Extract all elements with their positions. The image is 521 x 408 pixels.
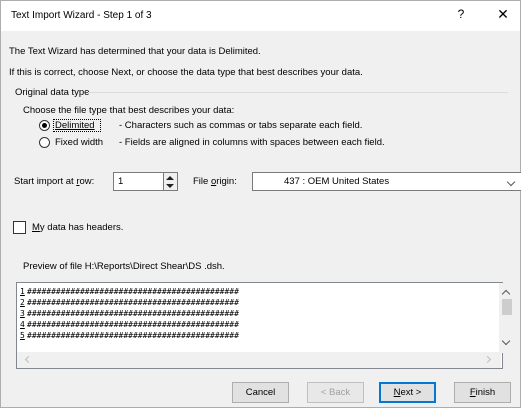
delimited-description: - Characters such as commas or tabs sepa… bbox=[119, 120, 363, 131]
fixed-width-radio[interactable] bbox=[39, 137, 50, 148]
scroll-up-icon[interactable] bbox=[501, 289, 511, 299]
start-row-input[interactable]: 1 bbox=[113, 172, 164, 191]
preview-row-number: 2 bbox=[20, 298, 25, 307]
delimited-label-text: Delimited bbox=[55, 120, 95, 131]
chevron-down-icon[interactable] bbox=[503, 173, 520, 190]
help-icon[interactable]: ? bbox=[454, 7, 468, 21]
headers-label-rest: y data has headers. bbox=[39, 222, 124, 233]
headers-checkbox[interactable] bbox=[13, 221, 26, 234]
scroll-down-icon[interactable] bbox=[501, 336, 511, 346]
cancel-button[interactable]: Cancel bbox=[232, 382, 289, 403]
preview-row-number: 3 bbox=[20, 309, 25, 318]
stepper-up-icon[interactable] bbox=[166, 176, 174, 180]
intro-line-2: If this is correct, choose Next, or choo… bbox=[9, 67, 363, 78]
close-icon[interactable]: ✕ bbox=[495, 6, 511, 23]
back-button[interactable]: < Back bbox=[307, 382, 364, 403]
start-row-stepper[interactable] bbox=[164, 172, 178, 191]
intro-line-1: The Text Wizard has determined that your… bbox=[9, 46, 261, 57]
file-type-prompt: Choose the file type that best describes… bbox=[23, 105, 235, 116]
delimited-radio[interactable] bbox=[39, 120, 50, 131]
text-import-wizard-dialog: Text Import Wizard - Step 1 of 3 ? ✕ The… bbox=[0, 0, 521, 408]
preview-row-number: 4 bbox=[20, 320, 25, 329]
original-data-type-label: Original data type bbox=[15, 87, 90, 98]
scroll-thumb[interactable] bbox=[502, 299, 512, 315]
scroll-left-icon[interactable] bbox=[24, 355, 33, 364]
start-import-label: Start import at row: bbox=[14, 176, 94, 187]
preview-row: 2 #######################################… bbox=[17, 297, 239, 308]
preview-row-text: ########################################… bbox=[27, 287, 239, 296]
delimited-label[interactable]: Delimited bbox=[55, 120, 95, 131]
dialog-title: Text Import Wizard - Step 1 of 3 bbox=[11, 10, 152, 21]
preview-row-text: ########################################… bbox=[27, 298, 239, 307]
scroll-right-icon[interactable] bbox=[483, 355, 492, 364]
preview-vertical-scrollbar[interactable] bbox=[499, 283, 515, 353]
start-import-label-pre: Start import at bbox=[14, 176, 77, 187]
group-divider bbox=[88, 92, 508, 93]
finish-button[interactable]: Finish bbox=[454, 382, 511, 403]
preview-row: 3 #######################################… bbox=[17, 308, 239, 319]
file-origin-label-post: rigin: bbox=[216, 176, 237, 187]
fixed-width-description: - Fields are aligned in columns with spa… bbox=[119, 137, 385, 148]
headers-label-acc: M bbox=[32, 222, 40, 233]
file-origin-label-pre: File bbox=[193, 176, 211, 187]
headers-checkbox-label[interactable]: My data has headers. bbox=[32, 222, 123, 233]
preview-row-text: ########################################… bbox=[27, 309, 239, 318]
preview-row: 4 #######################################… bbox=[17, 319, 239, 330]
finish-label-rest: inish bbox=[475, 387, 496, 398]
file-origin-select[interactable]: 437 : OEM United States bbox=[252, 172, 521, 191]
preview-horizontal-scrollbar[interactable] bbox=[17, 352, 501, 368]
preview-label: Preview of file H:\Reports\Direct Shear\… bbox=[23, 261, 225, 272]
title-bar: Text Import Wizard - Step 1 of 3 ? ✕ bbox=[1, 1, 520, 31]
preview-row-number: 5 bbox=[20, 331, 25, 340]
fixed-width-label[interactable]: Fixed width bbox=[55, 137, 103, 148]
preview-row: 5 #######################################… bbox=[17, 330, 239, 341]
start-import-label-post: ow: bbox=[79, 176, 95, 187]
preview-row-number: 1 bbox=[20, 287, 25, 296]
next-label-acc: N bbox=[393, 387, 401, 398]
preview-row-text: ########################################… bbox=[27, 331, 239, 340]
preview-row: 1 #######################################… bbox=[17, 286, 239, 297]
next-label-rest: ext > bbox=[400, 387, 422, 398]
next-button[interactable]: Next > bbox=[379, 382, 436, 403]
stepper-down-icon[interactable] bbox=[166, 184, 174, 188]
preview-row-text: ########################################… bbox=[27, 320, 239, 329]
file-origin-label: File origin: bbox=[193, 176, 237, 187]
